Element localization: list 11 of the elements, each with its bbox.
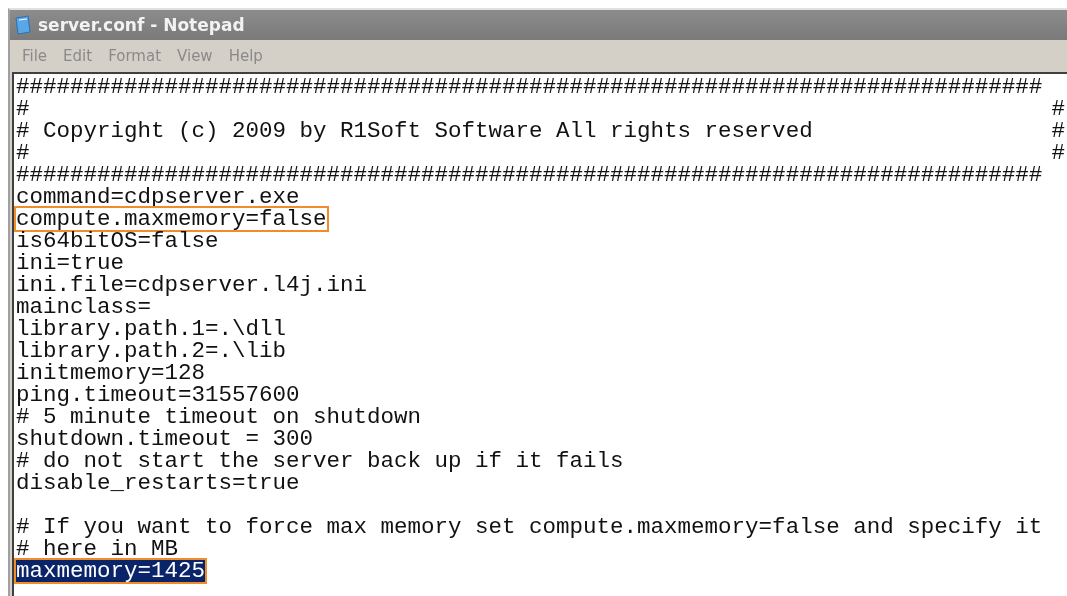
menu-item[interactable]: Edit [57, 47, 99, 65]
notepad-icon [14, 15, 32, 35]
text-line: # [1051, 120, 1066, 142]
menu-item[interactable]: Format [102, 47, 168, 65]
menu-item[interactable]: Help [222, 47, 269, 65]
window-title: server.conf - Notepad [38, 15, 245, 35]
menu-item[interactable]: File [16, 47, 54, 65]
text-line: # If you want to force max memory set compute.maxmemory=false and specify it [15, 514, 1044, 540]
text-line: # [1051, 98, 1066, 120]
text-line: # [1051, 142, 1066, 164]
menu-item[interactable]: View [171, 47, 219, 65]
